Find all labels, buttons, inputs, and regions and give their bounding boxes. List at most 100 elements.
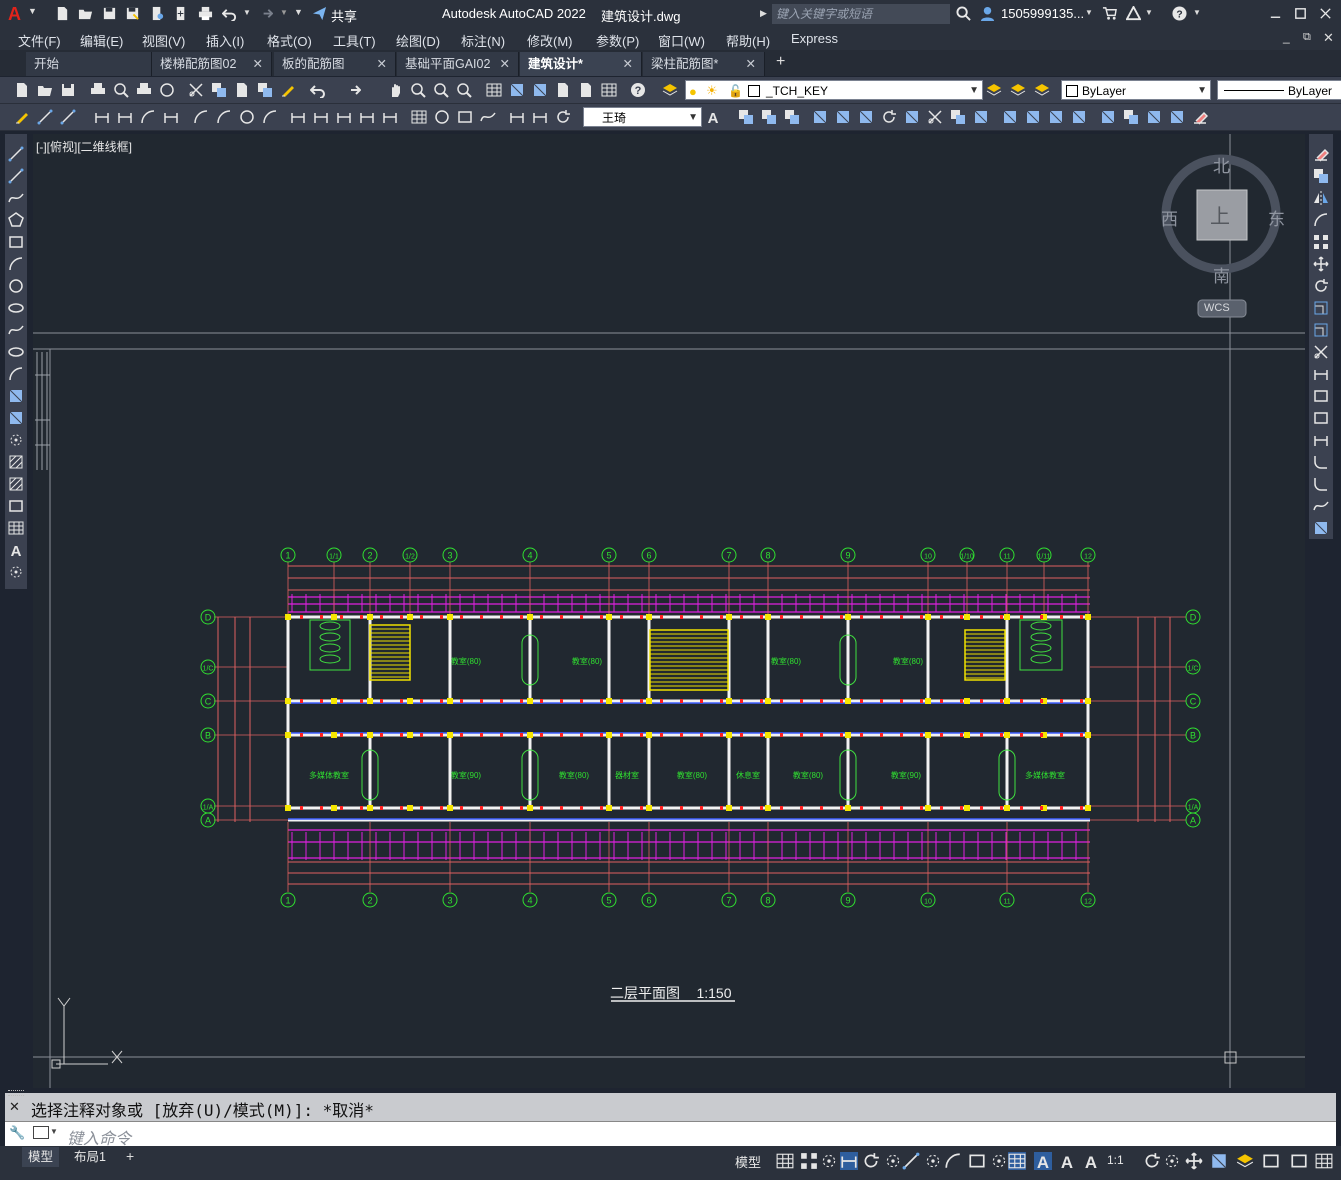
mtext-tool-icon[interactable]: A xyxy=(8,542,24,558)
lineweight-icon[interactable] xyxy=(1008,1152,1026,1170)
blend-curves-icon[interactable] xyxy=(1313,498,1329,514)
customize-wrench-icon[interactable]: 🔧 xyxy=(9,1125,25,1141)
fullscreen-icon[interactable] xyxy=(1290,1152,1308,1170)
revision-cloud-icon[interactable] xyxy=(8,300,24,316)
zoom-realtime-icon[interactable] xyxy=(410,82,426,98)
union-icon[interactable] xyxy=(738,109,754,125)
menu-file[interactable]: 文件(F) xyxy=(18,31,61,50)
circle-tool-icon[interactable] xyxy=(8,278,24,294)
auto-scale-icon[interactable]: A xyxy=(1058,1152,1076,1170)
open-web-icon[interactable] xyxy=(150,6,165,21)
dim-text-edit-icon[interactable] xyxy=(532,109,548,125)
hatch-tool-icon[interactable] xyxy=(8,454,24,470)
undo-icon[interactable] xyxy=(221,6,237,22)
revolve-icon[interactable] xyxy=(881,109,897,125)
extend-tool-icon[interactable] xyxy=(1313,366,1329,382)
menu-express[interactable]: Express xyxy=(791,31,838,46)
polar-dropdown-icon[interactable] xyxy=(884,1152,902,1170)
erase-tool-icon[interactable] xyxy=(1313,146,1329,162)
model-space-canvas[interactable]: [-][俯视][二维线框] 1 1/1 2 1/2 3 4 5 6 7 8 9 10 1/10 11 1/1… xyxy=(33,134,1305,1088)
user-name[interactable]: 1505999135... xyxy=(1001,6,1084,21)
clean-icon[interactable] xyxy=(1192,109,1208,125)
layer-dropdown-icon[interactable]: ▼ xyxy=(969,81,979,101)
color-select[interactable]: ByLayer ▼ xyxy=(1061,80,1211,100)
quickcalc-icon[interactable] xyxy=(601,82,617,98)
join-tool-icon[interactable] xyxy=(1313,432,1329,448)
extrude-icon[interactable] xyxy=(812,109,828,125)
viewcube[interactable]: 北 南 西 东 上 WCS xyxy=(1160,152,1290,322)
dim-break-icon[interactable] xyxy=(382,109,398,125)
break-at-point-icon[interactable] xyxy=(1313,388,1329,404)
tab-close-icon[interactable]: ✕ xyxy=(377,52,387,76)
zoom-window-icon[interactable] xyxy=(433,82,449,98)
copy-faces-icon[interactable] xyxy=(1123,109,1139,125)
baseline-dim-icon[interactable] xyxy=(313,109,329,125)
osnap-track-icon[interactable] xyxy=(902,1152,920,1170)
ellipse-tool-icon[interactable] xyxy=(8,344,24,360)
designcenter-icon[interactable] xyxy=(509,82,525,98)
menu-insert[interactable]: 插入(I) xyxy=(206,31,244,50)
save-icon[interactable] xyxy=(102,6,117,21)
lock-icon[interactable]: 🔓 xyxy=(728,81,743,101)
fillet-tool-icon[interactable] xyxy=(1313,476,1329,492)
linetype-select[interactable]: ByLayer xyxy=(1217,80,1341,100)
separate-icon[interactable] xyxy=(1169,109,1185,125)
menu-parametric[interactable]: 参数(P) xyxy=(596,31,639,50)
menu-window[interactable]: 窗口(W) xyxy=(658,31,705,50)
tab-layout1[interactable]: 布局1 xyxy=(68,1147,112,1167)
viewcube-top-face[interactable]: 上 xyxy=(1210,200,1230,229)
search-icon[interactable] xyxy=(956,6,971,21)
convert-icon[interactable] xyxy=(1025,109,1041,125)
autodesk-app-icon[interactable] xyxy=(1125,4,1142,21)
ellipse-arc-icon[interactable] xyxy=(8,366,24,382)
redo-icon[interactable] xyxy=(345,82,361,98)
aligned-dim-icon[interactable] xyxy=(117,109,133,125)
workspace-gear-icon[interactable] xyxy=(1143,1152,1161,1170)
menu-format[interactable]: 格式(O) xyxy=(267,31,312,50)
shell-icon[interactable] xyxy=(1146,109,1162,125)
tab-foundation-plan[interactable]: 基础平面GAI02 ✕ xyxy=(397,52,519,76)
center-mark-icon[interactable] xyxy=(434,109,450,125)
customization-icon[interactable] xyxy=(1315,1152,1333,1170)
undo-icon[interactable] xyxy=(310,82,326,98)
section-icon[interactable] xyxy=(973,109,989,125)
snap-icon[interactable] xyxy=(800,1152,818,1170)
make-block-icon[interactable] xyxy=(8,410,24,426)
new-icon[interactable] xyxy=(14,82,30,98)
interfere-icon[interactable] xyxy=(950,109,966,125)
command-input[interactable]: 🔧 ▼ 键入命令 xyxy=(5,1121,1336,1148)
open-icon[interactable] xyxy=(78,6,93,21)
menu-modify[interactable]: 修改(M) xyxy=(527,31,573,50)
redo-dropdown-icon[interactable]: ▼ xyxy=(280,8,288,17)
linear-dim-icon[interactable] xyxy=(94,109,110,125)
spline-tool-icon[interactable] xyxy=(8,322,24,338)
3dprint-icon[interactable] xyxy=(159,82,175,98)
gradient-tool-icon[interactable] xyxy=(8,476,24,492)
new-tab-plus-icon[interactable]: + xyxy=(776,53,785,71)
paste-special-icon[interactable] xyxy=(257,82,273,98)
quick-dim-icon[interactable] xyxy=(290,109,306,125)
maximize-icon[interactable] xyxy=(1293,6,1308,21)
menu-draw[interactable]: 绘图(D) xyxy=(396,31,440,50)
insert-block-icon[interactable] xyxy=(8,388,24,404)
annotation-edit-icon[interactable] xyxy=(14,109,30,125)
polyline-tool-icon[interactable] xyxy=(8,190,24,206)
recent-commands-icon[interactable] xyxy=(33,1126,49,1139)
add-selected-icon[interactable] xyxy=(8,564,24,580)
copy-tool-icon[interactable] xyxy=(1313,168,1329,184)
doc-minimize-icon[interactable]: _ xyxy=(1283,30,1290,44)
jogged-linear-icon[interactable] xyxy=(480,109,496,125)
inspection-icon[interactable] xyxy=(457,109,473,125)
tab-slab-rebar[interactable]: 板的配筋图 ✕ xyxy=(274,52,396,76)
extract-edges-icon[interactable] xyxy=(1048,109,1064,125)
plot-preview-icon[interactable] xyxy=(113,82,129,98)
compass-north[interactable]: 北 xyxy=(1213,152,1230,177)
make-current-layer-icon[interactable] xyxy=(986,82,1002,98)
layer-properties-icon[interactable] xyxy=(662,82,678,98)
doc-close-icon[interactable]: ✕ xyxy=(1323,30,1334,46)
slice-icon[interactable] xyxy=(927,109,943,125)
sun-icon[interactable]: ☀ xyxy=(706,81,718,101)
menu-help[interactable]: 帮助(H) xyxy=(726,31,770,50)
explode-tool-icon[interactable] xyxy=(1313,520,1329,536)
sweep-icon[interactable] xyxy=(858,109,874,125)
